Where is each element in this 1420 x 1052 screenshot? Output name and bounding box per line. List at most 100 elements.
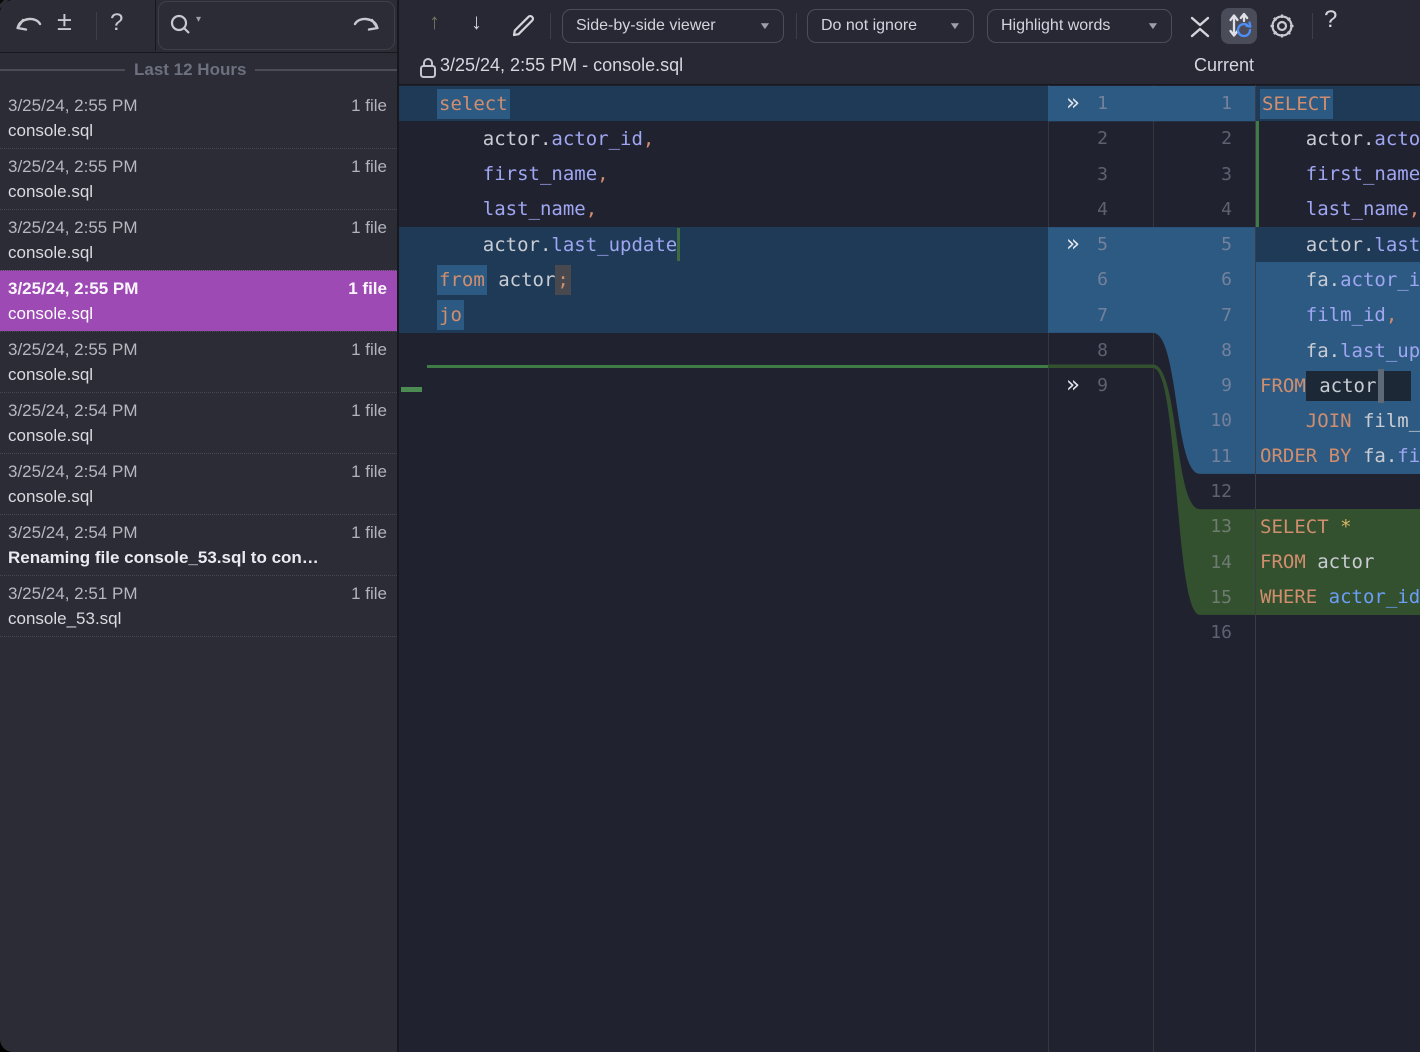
history-item[interactable]: 3/25/24, 2:55 PM1 fileconsole.sql bbox=[0, 88, 397, 148]
highlight-mode-label: Highlight words bbox=[1001, 17, 1110, 35]
gutter-insert-marker[interactable] bbox=[401, 387, 422, 392]
history-item-label: Renaming file console_53.sql to con… bbox=[8, 545, 387, 571]
viewer-mode-dropdown[interactable]: Side-by-side viewer ▼ bbox=[562, 9, 784, 43]
code-line: actor.last_update, bbox=[1256, 227, 1420, 262]
synchronize-scrolling-button[interactable] bbox=[1221, 8, 1257, 44]
left-editor-pane[interactable]: select actor.actor_id, first_name, last_… bbox=[399, 85, 1048, 1052]
code-line: last_name, bbox=[1256, 192, 1420, 227]
insertion-point-line bbox=[427, 365, 1048, 368]
code-token: actor_id bbox=[1340, 269, 1420, 291]
history-item-date: 3/25/24, 2:55 PM bbox=[8, 337, 137, 362]
search-history-caret-icon[interactable]: ▾ bbox=[196, 14, 201, 25]
history-item-date: 3/25/24, 2:55 PM bbox=[8, 154, 137, 179]
revert-icon[interactable] bbox=[14, 11, 44, 39]
apply-change-chevron-icon[interactable]: » bbox=[1066, 227, 1096, 262]
edit-icon[interactable] bbox=[509, 12, 537, 40]
divider bbox=[550, 13, 551, 39]
right-line-number: 15 bbox=[1168, 580, 1232, 615]
viewer-mode-label: Side-by-side viewer bbox=[576, 17, 716, 35]
code-token bbox=[437, 163, 483, 185]
code-line: fa.actor_id, bbox=[1256, 262, 1420, 297]
code-token: film_id bbox=[1397, 445, 1420, 467]
code-line: WHERE actor_id bbox=[1256, 580, 1420, 615]
code-token: last_name bbox=[483, 198, 586, 220]
history-item-label: console.sql bbox=[8, 179, 387, 205]
highlight-mode-dropdown[interactable]: Highlight words ▼ bbox=[987, 9, 1172, 43]
code-token: last_update bbox=[1340, 340, 1420, 362]
divider bbox=[796, 13, 797, 39]
code-token: WHERE bbox=[1260, 586, 1317, 608]
help-icon[interactable]: ? bbox=[1324, 6, 1337, 34]
history-item-count: 1 file bbox=[351, 154, 387, 179]
divider bbox=[96, 12, 97, 40]
history-item[interactable]: 3/25/24, 2:54 PM1 fileconsole.sql bbox=[0, 392, 397, 453]
code-token: FROM bbox=[1260, 375, 1306, 397]
collapse-unchanged-icon[interactable] bbox=[1186, 13, 1214, 41]
code-token: , bbox=[643, 128, 654, 150]
right-editor-pane[interactable]: SELECT actor.actor_id, first_name, last_… bbox=[1255, 85, 1420, 1052]
code-token: actor bbox=[487, 269, 556, 291]
search-field[interactable]: ▾ bbox=[155, 0, 397, 51]
history-item-label: console.sql bbox=[8, 484, 387, 510]
code-line: FROM actor bbox=[1256, 545, 1420, 580]
diff-icon[interactable]: ± bbox=[57, 6, 72, 36]
history-item-count: 1 file bbox=[351, 459, 387, 484]
right-line-number: 3 bbox=[1168, 157, 1232, 192]
history-item-count: 1 file bbox=[348, 276, 387, 301]
history-item-date: 3/25/24, 2:51 PM bbox=[8, 581, 137, 606]
code-line: film_id, bbox=[1256, 298, 1420, 333]
history-item[interactable]: 3/25/24, 2:55 PM1 fileconsole.sql bbox=[0, 331, 397, 392]
next-difference-icon[interactable]: ↓ bbox=[471, 9, 482, 35]
code-line: jo bbox=[399, 298, 1048, 333]
revert-selection-icon[interactable] bbox=[349, 11, 381, 39]
right-line-number: 11 bbox=[1168, 439, 1232, 474]
code-token: last_name bbox=[1306, 198, 1409, 220]
code-token: film_id bbox=[1306, 304, 1386, 326]
history-item[interactable]: 3/25/24, 2:55 PM1 fileconsole.sql bbox=[0, 270, 397, 331]
history-item-date: 3/25/24, 2:55 PM bbox=[8, 93, 137, 118]
previous-difference-icon[interactable]: ↑ bbox=[429, 9, 440, 35]
left-line-number: 6 bbox=[1048, 262, 1108, 297]
code-token: last_update bbox=[551, 234, 677, 256]
code-line: first_name, bbox=[1256, 157, 1420, 192]
right-line-number: 2 bbox=[1168, 121, 1232, 156]
history-item-label: console.sql bbox=[8, 301, 387, 327]
code-token bbox=[1384, 371, 1411, 401]
code-line: JOIN film_actor fa bbox=[1256, 403, 1420, 438]
code-line: from actor; bbox=[399, 262, 1048, 297]
inline-insert-marker bbox=[677, 228, 680, 261]
gear-icon[interactable] bbox=[1267, 11, 1297, 41]
right-line-number: 1 bbox=[1168, 86, 1232, 121]
code-line: last_name, bbox=[399, 192, 1048, 227]
code-line: SELECT * bbox=[1256, 509, 1420, 544]
history-item[interactable]: 3/25/24, 2:51 PM1 fileconsole_53.sql bbox=[0, 575, 397, 636]
help-icon[interactable]: ? bbox=[110, 8, 123, 38]
history-item[interactable]: 3/25/24, 2:54 PM1 fileRenaming file cons… bbox=[0, 514, 397, 575]
code-token: , bbox=[1386, 304, 1397, 326]
code-token: actor_id bbox=[1329, 586, 1420, 608]
history-item[interactable]: 3/25/24, 2:54 PM1 fileconsole.sql bbox=[0, 453, 397, 514]
code-token: actor_id bbox=[1374, 128, 1420, 150]
ignore-policy-dropdown[interactable]: Do not ignore ▼ bbox=[807, 9, 974, 43]
left-line-number: 2 bbox=[1048, 121, 1108, 156]
code-token: last_update bbox=[1374, 234, 1420, 256]
code-token bbox=[437, 198, 483, 220]
left-line-number: 3 bbox=[1048, 157, 1108, 192]
code-token bbox=[1260, 198, 1306, 220]
apply-change-chevron-icon[interactable]: » bbox=[1066, 86, 1096, 121]
code-token: fa. bbox=[1260, 340, 1340, 362]
code-line: first_name, bbox=[399, 157, 1048, 192]
code-token: , bbox=[586, 198, 597, 220]
search-icon[interactable] bbox=[168, 12, 194, 38]
code-token: actor bbox=[1306, 551, 1375, 573]
history-item[interactable]: 3/25/24, 2:55 PM 1 fileconsole.sql bbox=[0, 148, 397, 209]
history-item[interactable]: 3/25/24, 2:55 PM1 fileconsole.sql bbox=[0, 209, 397, 270]
code-token: jo bbox=[437, 300, 464, 330]
code-token: * bbox=[1329, 516, 1352, 538]
apply-change-chevron-icon[interactable]: » bbox=[1066, 368, 1096, 403]
right-line-number: 16 bbox=[1168, 615, 1232, 650]
code-token bbox=[1260, 163, 1306, 185]
code-token: actor. bbox=[1260, 128, 1374, 150]
code-line: fa.last_update bbox=[1256, 333, 1420, 368]
right-line-number: 12 bbox=[1168, 474, 1232, 509]
